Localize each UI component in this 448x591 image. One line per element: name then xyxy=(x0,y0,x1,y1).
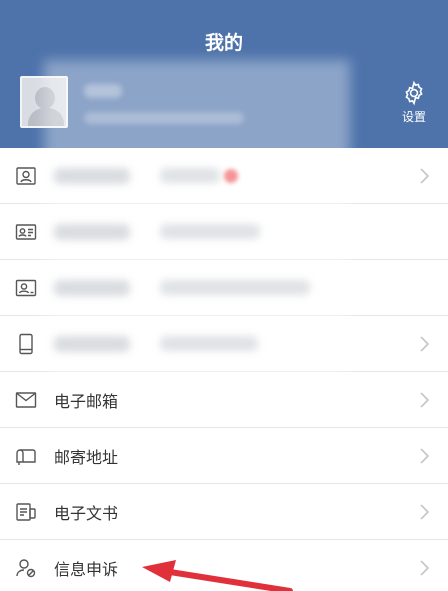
settings-button[interactable]: 设置 xyxy=(394,80,434,125)
blurred-user-id xyxy=(84,112,244,124)
chevron-right-icon xyxy=(420,335,430,352)
gear-icon xyxy=(405,80,423,106)
list-item-blurred-3[interactable] xyxy=(0,260,448,316)
profile-header: 我的 设置 xyxy=(0,0,448,148)
phone-icon xyxy=(19,333,33,354)
blurred-user-name xyxy=(84,84,122,98)
list-item-label: 电子文书 xyxy=(54,503,119,523)
list-item-blurred-4[interactable] xyxy=(0,316,448,372)
chevron-right-icon xyxy=(420,167,430,184)
blurred-label xyxy=(54,335,130,352)
profile-menu-list: 电子邮箱 邮寄地址 电子文书 信息申诉 xyxy=(0,148,448,591)
list-item-info-appeal[interactable]: 信息申诉 xyxy=(0,540,448,591)
blurred-label xyxy=(54,279,130,296)
id-card-icon xyxy=(15,223,37,240)
document-icon xyxy=(16,502,36,521)
blurred-value xyxy=(160,168,220,183)
blurred-label xyxy=(54,167,130,184)
list-item-label: 电子邮箱 xyxy=(54,391,119,411)
list-item-mailing-address[interactable]: 邮寄地址 xyxy=(0,428,448,484)
mailbox-icon xyxy=(16,448,36,465)
chevron-right-icon xyxy=(420,559,430,576)
settings-label: 设置 xyxy=(401,110,426,124)
mail-icon xyxy=(15,391,37,408)
list-item-label: 信息申诉 xyxy=(54,559,119,579)
blurred-label xyxy=(54,223,130,240)
blurred-value xyxy=(160,336,258,351)
red-badge xyxy=(224,168,238,183)
id-photo-icon xyxy=(15,279,37,296)
id-card-icon xyxy=(16,166,36,185)
list-item-label: 邮寄地址 xyxy=(54,447,119,467)
blurred-value xyxy=(160,280,310,295)
list-item-e-documents[interactable]: 电子文书 xyxy=(0,484,448,540)
chevron-right-icon xyxy=(420,503,430,520)
list-item-blurred-2[interactable] xyxy=(0,204,448,260)
list-item-email[interactable]: 电子邮箱 xyxy=(0,372,448,428)
list-item-blurred-1[interactable] xyxy=(0,148,448,204)
user-block-icon xyxy=(16,558,36,577)
chevron-right-icon xyxy=(420,447,430,464)
chevron-right-icon xyxy=(420,391,430,408)
blurred-value xyxy=(160,224,260,239)
avatar[interactable] xyxy=(20,76,68,128)
page-title: 我的 xyxy=(204,32,243,54)
